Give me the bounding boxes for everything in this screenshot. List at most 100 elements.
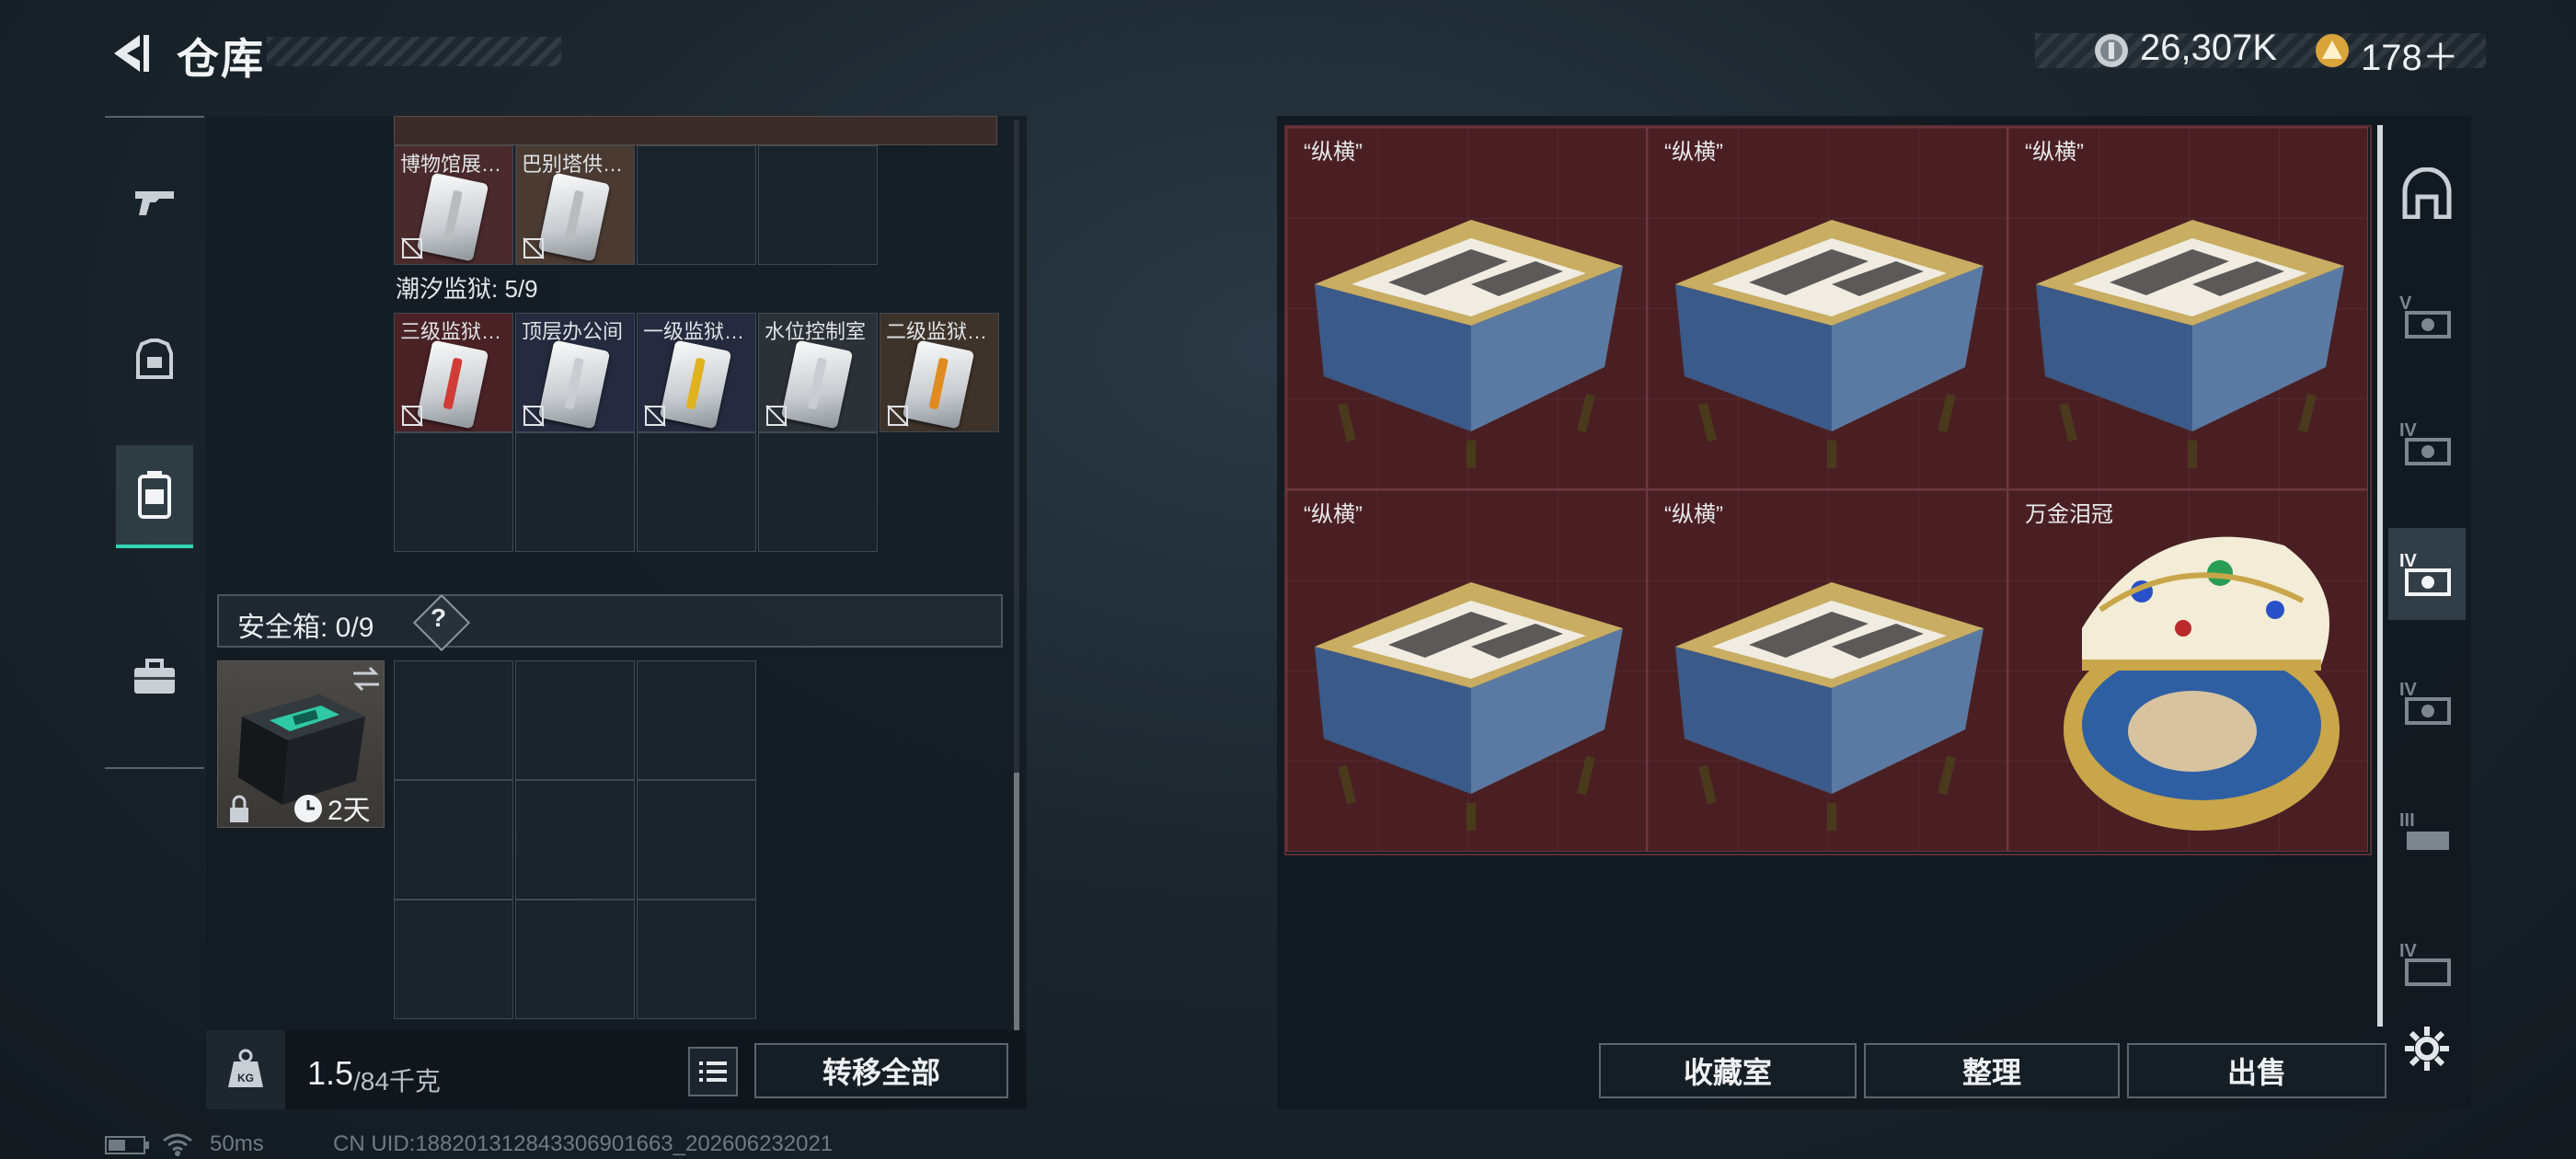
stash-item[interactable]: “纵横” — [1647, 489, 2007, 852]
list-view-button[interactable] — [688, 1047, 738, 1096]
safe-slot[interactable] — [515, 780, 635, 900]
collection-button[interactable]: 收藏室 — [1599, 1043, 1857, 1098]
svg-text:IV: IV — [2399, 551, 2418, 571]
tab-stash-4b[interactable]: IV — [2388, 528, 2466, 620]
coin-icon — [2095, 34, 2128, 67]
tier-iii-icon: III — [2399, 810, 2449, 850]
safe-slot[interactable] — [637, 660, 756, 780]
empty-slot[interactable] — [637, 432, 756, 552]
keycard-item[interactable]: 一级监狱… — [637, 313, 756, 432]
clock-icon — [294, 795, 322, 822]
safe-slot[interactable] — [515, 660, 635, 780]
stash-item[interactable]: “纵横” — [1286, 489, 1647, 852]
unlinked-icon — [887, 405, 909, 427]
svg-text:IV: IV — [2399, 680, 2418, 700]
tab-stash-3[interactable]: III — [2388, 787, 2466, 879]
gun-icon — [135, 191, 174, 215]
left-scroll-thumb[interactable] — [1014, 773, 1019, 1030]
safe-slot[interactable] — [637, 900, 756, 1019]
chess-box-icon — [1675, 220, 1984, 468]
tier-v-icon: V — [2399, 293, 2451, 339]
keycard-label: 巴别塔供… — [522, 153, 624, 176]
safe-slot[interactable] — [394, 780, 513, 900]
lock-icon — [230, 795, 248, 822]
tab-stash-4a[interactable]: IV — [2388, 397, 2466, 489]
unlinked-icon — [644, 405, 666, 427]
keycard-item[interactable]: 博物馆展… — [394, 145, 513, 265]
safe-slot[interactable] — [394, 660, 513, 780]
jewel-egg-icon — [2064, 536, 2340, 831]
tab-stash-4c[interactable]: IV — [2388, 657, 2466, 749]
safe-slot[interactable] — [515, 900, 635, 1019]
nav-toolbox[interactable] — [116, 638, 193, 716]
sell-button[interactable]: 出售 — [2127, 1043, 2386, 1098]
empty-slot[interactable] — [758, 432, 878, 552]
safebox-timer: 2天 — [328, 796, 371, 826]
gear-icon[interactable] — [2403, 1025, 2451, 1073]
keycard-icon — [780, 339, 854, 430]
unlinked-icon — [523, 405, 545, 427]
svg-text:KG: KG — [237, 1072, 254, 1084]
swap-icon[interactable] — [350, 666, 383, 692]
svg-text:IV: IV — [2399, 941, 2418, 961]
ping-value: 50ms — [210, 1131, 264, 1156]
keycard-icon — [537, 339, 611, 430]
svg-text:V: V — [2399, 293, 2412, 314]
keycard-item[interactable]: 巴别塔供… — [515, 145, 635, 265]
keycard-label: 顶层办公间 — [522, 320, 624, 343]
nav-weapons[interactable] — [116, 164, 193, 241]
unlinked-icon — [765, 405, 788, 427]
title-stripe — [267, 37, 561, 66]
triangle-coin-icon — [2316, 34, 2349, 67]
keycard-item[interactable]: 二级监狱… — [880, 313, 999, 432]
item-label: “纵横” — [2025, 140, 2084, 165]
transfer-all-button[interactable]: 转移全部 — [754, 1043, 1008, 1098]
nav-armor[interactable] — [116, 322, 193, 399]
tier-iv-icon: IV — [2399, 941, 2451, 986]
keycard-label: 一级监狱… — [643, 320, 745, 343]
keycard-item[interactable]: 水位控制室 — [758, 313, 878, 432]
organize-button[interactable]: 整理 — [1864, 1043, 2120, 1098]
safe-slot[interactable] — [637, 780, 756, 900]
weight-icon: KG — [228, 1049, 263, 1087]
empty-slot[interactable] — [394, 432, 513, 552]
tab-home[interactable] — [2388, 147, 2466, 239]
stash-item[interactable]: “纵横” — [1286, 127, 1647, 489]
svg-text:IV: IV — [2399, 420, 2418, 441]
nav-backpack[interactable] — [116, 445, 193, 548]
chess-box-icon — [1315, 582, 1623, 831]
tier-iv-icon: IV — [2399, 551, 2451, 596]
page-title: 仓库 — [177, 35, 265, 83]
stash-scrollbar[interactable] — [2377, 125, 2383, 1027]
help-icon[interactable]: ? — [431, 603, 446, 633]
stash-item[interactable]: “纵横” — [1647, 127, 2007, 489]
backpack-icon — [138, 471, 171, 519]
empty-slot[interactable] — [515, 432, 635, 552]
empty-slot[interactable] — [758, 145, 878, 265]
tab-stash-4d[interactable]: IV — [2388, 918, 2466, 1010]
weight-current: 1.5 — [307, 1054, 354, 1092]
armor-icon — [136, 339, 173, 379]
keycard-icon — [537, 172, 611, 262]
toolbox-icon — [134, 659, 175, 694]
keycard-label: 水位控制室 — [765, 320, 867, 343]
currency-value: 26,307K — [2140, 28, 2278, 68]
keycard-item[interactable]: 三级监狱… — [394, 313, 513, 432]
section-label: 潮汐监狱: 5/9 — [396, 275, 538, 303]
tab-stash-5[interactable]: V — [2388, 270, 2466, 362]
safe-slot[interactable] — [394, 900, 513, 1019]
keycard-label: 三级监狱… — [400, 320, 502, 343]
keycard-icon — [902, 339, 975, 430]
svg-text:III: III — [2399, 810, 2415, 831]
item-label: “纵横” — [1304, 502, 1363, 527]
stash-item[interactable]: “纵横” — [2007, 127, 2368, 489]
stash-item[interactable]: 万金泪冠 — [2007, 489, 2368, 852]
unlinked-icon — [401, 237, 423, 259]
chess-box-icon — [1315, 220, 1623, 468]
keycard-icon — [416, 339, 489, 430]
token-value: 178＋ — [2361, 38, 2459, 78]
empty-slot[interactable] — [637, 145, 756, 265]
back-icon[interactable] — [103, 28, 155, 79]
unlinked-icon — [401, 405, 423, 427]
keycard-item[interactable]: 顶层办公间 — [515, 313, 635, 432]
